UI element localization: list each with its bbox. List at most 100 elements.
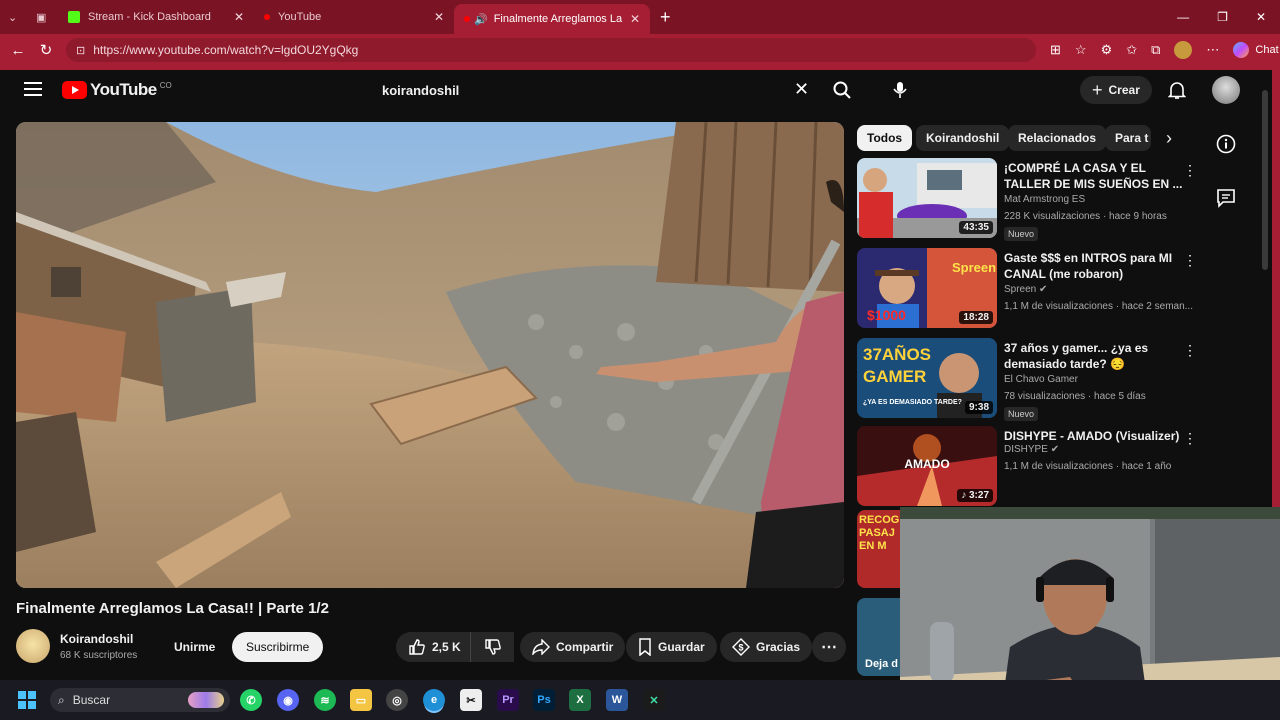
recommendation-item[interactable]: 43:35 ¡COMPRÉ LA CASA Y EL TALLER DE MIS… [857, 158, 1197, 241]
voice-search-button[interactable] [884, 74, 916, 106]
premiere-pro-icon[interactable]: Pr [497, 689, 519, 711]
tab-current-video[interactable]: 🔊 Finalmente Arreglamos La Cas ✕ [454, 4, 650, 34]
recommendation-item[interactable]: AMADO ♪ 3:27 DISHYPE - AMADO (Visualizer… [857, 426, 1197, 508]
minimize-icon[interactable]: — [1177, 10, 1189, 24]
video-frame-image [16, 122, 844, 588]
recommendation-thumbnail-partial[interactable]: RECOGI PASAJ EN M [857, 510, 900, 588]
more-vert-icon[interactable]: ⋮ [1183, 162, 1197, 179]
guide-menu-icon[interactable] [24, 82, 42, 100]
more-vert-icon[interactable]: ⋮ [1183, 252, 1197, 269]
tab-youtube[interactable]: YouTube ✕ [254, 0, 454, 34]
more-icon: ⋯ [821, 639, 837, 656]
whatsapp-icon[interactable]: ✆ [240, 689, 262, 711]
info-icon[interactable] [1216, 134, 1236, 159]
close-window-icon[interactable]: ✕ [1256, 10, 1266, 24]
file-explorer-icon[interactable]: ▭ [350, 689, 372, 711]
search-input[interactable]: koirandoshil [370, 74, 818, 106]
photoshop-icon[interactable]: Ps [533, 689, 555, 711]
more-vert-icon[interactable]: ⋮ [1183, 342, 1197, 359]
chip-for-you[interactable]: Para t [1105, 125, 1151, 151]
chip-all[interactable]: Todos [857, 125, 913, 151]
search-button[interactable] [820, 74, 864, 106]
maximize-icon[interactable]: ❐ [1217, 10, 1228, 24]
recommendation-item[interactable]: 37AÑOS GAMER ¿YA ES DEMASIADO TARDE? 9:3… [857, 338, 1197, 421]
save-button[interactable]: Guardar [626, 632, 717, 662]
country-code: CO [159, 80, 172, 90]
profile-avatar[interactable] [1174, 41, 1193, 59]
close-tab-icon[interactable]: ✕ [234, 10, 244, 24]
video-player[interactable] [16, 122, 844, 588]
more-actions-button[interactable]: ⋯ [812, 632, 846, 662]
app-x-icon[interactable]: ✕ [643, 689, 665, 711]
new-tab-icon[interactable]: + [650, 0, 681, 34]
chat-icon[interactable] [1216, 188, 1236, 213]
spotify-icon[interactable]: ≋ [314, 689, 336, 711]
discord-icon[interactable]: ◉ [277, 689, 299, 711]
tab-label: Stream - Kick Dashboard [88, 11, 211, 23]
thumbnail-text-line: EN M [859, 540, 887, 552]
channel-name[interactable]: Koirandoshil [60, 632, 133, 646]
thanks-dollar-icon: $ [732, 638, 750, 656]
video-thumbnail[interactable]: AMADO ♪ 3:27 [857, 426, 997, 506]
more-options-icon[interactable]: ⋯ [1206, 42, 1219, 58]
clear-search-icon[interactable]: ✕ [794, 79, 809, 100]
video-thumbnail[interactable]: Spreen $1000 18:28 [857, 248, 997, 328]
taskbar-search[interactable]: ⌕ Buscar [50, 688, 230, 712]
workspaces-icon[interactable]: ▣ [30, 0, 58, 34]
join-button[interactable]: Unirme [162, 633, 227, 661]
recommendation-channel: Mat Armstrong ES [1004, 194, 1086, 205]
subscribe-button[interactable]: Suscribirme [232, 632, 324, 662]
url-field[interactable]: ⊡ https://www.youtube.com/watch?v=lgdOU2… [66, 38, 1036, 62]
back-arrow-icon[interactable]: ← [4, 42, 32, 59]
save-label: Guardar [658, 640, 705, 654]
create-button[interactable]: + Crear [1080, 76, 1152, 104]
close-tab-icon[interactable]: ✕ [630, 12, 640, 26]
refresh-icon[interactable]: ↻ [32, 41, 60, 59]
copilot-chat-button[interactable]: Chat [1233, 42, 1279, 58]
copilot-icon [1233, 42, 1250, 58]
obs-icon[interactable]: ◎ [386, 689, 408, 711]
video-thumbnail[interactable]: 43:35 [857, 158, 997, 238]
collections-icon[interactable]: ⧉ [1151, 42, 1160, 58]
tab-kick-dashboard[interactable]: Stream - Kick Dashboard ✕ [58, 0, 254, 34]
thumbnail-text: GAMER [863, 367, 926, 386]
extension-icon[interactable]: ⚙ [1101, 42, 1113, 58]
join-label: Unirme [174, 640, 216, 654]
excel-icon[interactable]: X [569, 689, 591, 711]
bell-icon [1167, 82, 1187, 99]
site-info-icon[interactable]: ⊡ [76, 44, 85, 57]
thumbnail-text: ¿YA ES DEMASIADO TARDE? [863, 399, 962, 406]
youtube-logo[interactable]: YouTube CO [62, 80, 172, 100]
page-scrollbar[interactable] [1262, 90, 1268, 270]
chip-related[interactable]: Relacionados [1008, 125, 1107, 151]
recommendation-item[interactable]: Spreen $1000 18:28 Gaste $$$ en INTROS p… [857, 248, 1197, 330]
favorites-icon[interactable]: ✩ [1126, 42, 1137, 58]
more-vert-icon[interactable]: ⋮ [1183, 430, 1197, 447]
recommendation-meta: 228 K visualizaciones · hace 9 horas [1004, 211, 1167, 222]
edge-browser-icon[interactable]: e [423, 689, 445, 711]
capcut-icon[interactable]: ✂ [460, 689, 482, 711]
duration-text: 3:27 [968, 490, 989, 501]
windows-start-icon[interactable] [18, 691, 36, 709]
thumbnail-text-line: RECOGI [859, 514, 900, 526]
chips-next-arrow-icon[interactable]: › [1166, 128, 1172, 149]
notifications-button[interactable] [1167, 80, 1187, 105]
dislike-button[interactable] [470, 632, 514, 662]
taskbar: ⌕ Buscar ✆ ◉ ≋ ▭ ◎ e ✂ Pr Ps X W ✕ [0, 680, 1280, 720]
video-thumbnail[interactable]: 37AÑOS GAMER ¿YA ES DEMASIADO TARDE? 9:3… [857, 338, 997, 418]
apps-grid-icon[interactable]: ⊞ [1050, 42, 1061, 58]
favorite-star-icon[interactable]: ☆ [1075, 42, 1087, 58]
audio-playing-icon[interactable]: 🔊 [474, 13, 488, 26]
tab-menu-chevron-icon[interactable]: ⌄ [0, 0, 30, 34]
tab-label: YouTube [278, 11, 322, 23]
account-avatar[interactable] [1212, 76, 1240, 104]
close-tab-icon[interactable]: ✕ [434, 10, 444, 24]
search-highlight-icon [188, 692, 224, 708]
share-button[interactable]: Compartir [520, 632, 626, 662]
word-icon[interactable]: W [606, 689, 628, 711]
thanks-button[interactable]: $ Gracias [720, 632, 813, 662]
chip-channel[interactable]: Koirandoshil [916, 125, 1010, 151]
recommendation-thumbnail-partial[interactable]: Deja d [857, 598, 900, 676]
channel-avatar[interactable] [16, 629, 50, 663]
recommendation-meta: 1,1 M de visualizaciones · hace 1 año [1004, 461, 1172, 472]
